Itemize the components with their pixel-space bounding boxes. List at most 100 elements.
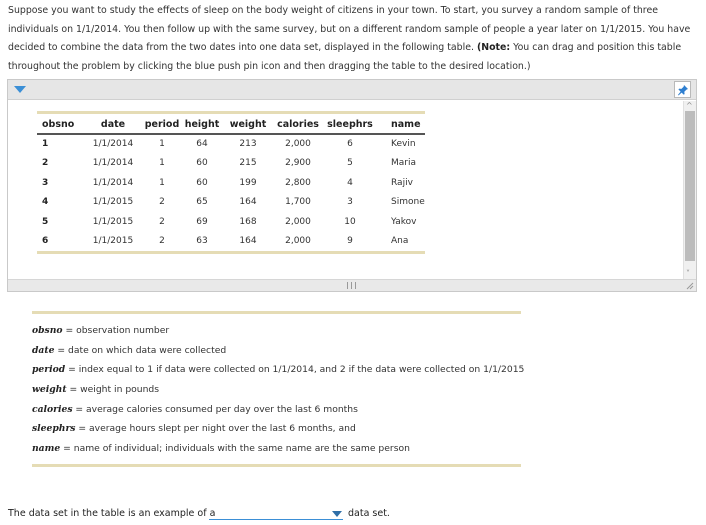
draggable-table-panel[interactable]: obsno date period height weight calories sleep… bbox=[7, 79, 697, 292]
definition-sleephrs: sleephrs = average hours slept per night… bbox=[32, 419, 521, 439]
cell-obsno: 1 bbox=[42, 139, 49, 150]
cell-calories: 1,700 bbox=[285, 197, 311, 208]
cell-calories: 2,000 bbox=[285, 236, 311, 247]
cell-weight: 215 bbox=[239, 158, 257, 169]
cell-date: 1/1/2014 bbox=[92, 139, 134, 150]
cell-sleephrs: 10 bbox=[344, 216, 356, 227]
cell-height: 65 bbox=[196, 197, 208, 208]
definition-name: name = name of individual; individuals w… bbox=[32, 439, 521, 459]
cell-name: Simone bbox=[391, 197, 425, 208]
data-table: obsno date period height weight calories sleep… bbox=[37, 111, 425, 254]
table-row: 4 1/1/2015 2 65 164 1,700 3 Simone bbox=[37, 193, 425, 213]
panel-header bbox=[8, 80, 696, 100]
variable-definitions: obsno = observation number date = date on… bbox=[32, 311, 525, 467]
definition-variable: period bbox=[32, 364, 66, 376]
table-header-row: obsno date period height weight calories sleep… bbox=[37, 114, 425, 135]
cell-obsno: 6 bbox=[42, 236, 49, 247]
note-label: (Note: bbox=[476, 42, 511, 54]
definition-variable: calories bbox=[32, 403, 73, 415]
cell-period: 1 bbox=[159, 177, 165, 188]
cell-height: 60 bbox=[196, 158, 208, 169]
triangle-down-icon[interactable] bbox=[14, 86, 26, 93]
cell-weight: 164 bbox=[239, 197, 257, 208]
cell-height: 63 bbox=[196, 236, 208, 247]
cell-sleephrs: 5 bbox=[347, 158, 353, 169]
definition-text: = name of individual; individuals with t… bbox=[60, 443, 410, 455]
definition-text: = weight in pounds bbox=[66, 384, 160, 396]
problem-intro: Suppose you want to study the effects of… bbox=[8, 2, 698, 76]
resize-corner-icon[interactable] bbox=[685, 281, 694, 290]
question-suffix: data set. bbox=[348, 508, 390, 519]
cell-weight: 164 bbox=[239, 236, 257, 247]
cell-name: Rajiv bbox=[391, 177, 413, 188]
definition-variable: sleephrs bbox=[32, 423, 76, 435]
column-header-obsno: obsno bbox=[37, 114, 83, 135]
column-header-calories: calories bbox=[273, 114, 323, 135]
cell-period: 2 bbox=[159, 236, 165, 247]
table-bottom-divider bbox=[37, 251, 425, 254]
cell-weight: 199 bbox=[239, 177, 257, 188]
column-header-weight: weight bbox=[223, 114, 273, 135]
definitions-bottom-divider bbox=[32, 463, 521, 467]
definition-period: period = index equal to 1 if data were c… bbox=[32, 360, 525, 380]
vertical-scrollbar[interactable]: ^ ˅ bbox=[683, 101, 696, 279]
cell-name: Ana bbox=[391, 236, 409, 247]
definition-text: = index equal to 1 if data were collecte… bbox=[65, 364, 525, 376]
definition-variable: date bbox=[32, 344, 55, 356]
cell-weight: 168 bbox=[239, 216, 257, 227]
column-header-name: name bbox=[377, 114, 425, 135]
cell-date: 1/1/2014 bbox=[92, 158, 134, 169]
definition-text: = date on which data were collected bbox=[54, 344, 227, 356]
answer-dropdown[interactable] bbox=[209, 508, 343, 520]
cell-sleephrs: 3 bbox=[347, 197, 353, 208]
column-header-date: date bbox=[83, 114, 143, 135]
push-pin-icon[interactable] bbox=[674, 81, 691, 98]
cell-name: Yakov bbox=[391, 216, 417, 227]
definitions-top-divider bbox=[32, 311, 521, 314]
cell-height: 69 bbox=[196, 216, 208, 227]
scroll-down-icon[interactable]: ˅ bbox=[686, 269, 690, 279]
cell-sleephrs: 4 bbox=[347, 177, 353, 188]
definition-text: = observation number bbox=[62, 325, 170, 336]
cell-period: 2 bbox=[159, 216, 165, 227]
cell-calories: 2,800 bbox=[285, 177, 311, 188]
cell-calories: 2,000 bbox=[285, 216, 311, 227]
cell-period: 1 bbox=[159, 158, 165, 169]
column-header-sleephrs: sleephrs bbox=[323, 114, 377, 135]
cell-period: 1 bbox=[159, 139, 165, 150]
cell-obsno: 2 bbox=[42, 158, 49, 169]
cell-height: 60 bbox=[196, 177, 208, 188]
definition-variable: obsno bbox=[32, 325, 63, 336]
table-row: 3 1/1/2014 1 60 199 2,800 4 Rajiv bbox=[37, 173, 425, 193]
cell-name: Kevin bbox=[391, 139, 416, 150]
cell-sleephrs: 9 bbox=[347, 236, 353, 247]
scroll-up-icon[interactable]: ^ bbox=[686, 101, 693, 111]
definition-variable: weight bbox=[32, 384, 67, 396]
column-header-height: height bbox=[181, 114, 223, 135]
cell-height: 64 bbox=[196, 139, 208, 150]
resize-bar[interactable] bbox=[8, 279, 696, 291]
definition-weight: weight = weight in pounds bbox=[32, 380, 521, 400]
definition-obsno: obsno = observation number bbox=[32, 321, 521, 341]
cell-date: 1/1/2015 bbox=[92, 216, 134, 227]
definitions-list: obsno = observation number date = date on… bbox=[32, 321, 525, 459]
cell-name: Maria bbox=[391, 158, 416, 169]
scrollbar-thumb[interactable] bbox=[685, 111, 695, 261]
question-prefix: The data set in the table is an example … bbox=[8, 508, 216, 519]
cell-obsno: 3 bbox=[42, 177, 49, 188]
table-row: 2 1/1/2014 1 60 215 2,900 5 Maria bbox=[37, 154, 425, 174]
drag-handle-icon[interactable] bbox=[347, 282, 356, 289]
cell-period: 2 bbox=[159, 197, 165, 208]
cell-sleephrs: 6 bbox=[347, 139, 353, 150]
cell-obsno: 4 bbox=[42, 197, 49, 208]
definition-text: = average hours slept per night over the… bbox=[75, 423, 356, 435]
chevron-down-icon[interactable] bbox=[332, 511, 342, 517]
definition-text: = average calories consumed per day over… bbox=[72, 403, 358, 415]
definition-date: date = date on which data were collected bbox=[32, 341, 521, 361]
table-row: 1 1/1/2014 1 64 213 2,000 6 Kevin bbox=[37, 134, 425, 154]
table-row: 5 1/1/2015 2 69 168 2,000 10 Yakov bbox=[37, 212, 425, 232]
column-header-period: period bbox=[143, 114, 181, 135]
cell-weight: 213 bbox=[239, 139, 257, 150]
cell-date: 1/1/2015 bbox=[92, 236, 134, 247]
cell-calories: 2,900 bbox=[285, 158, 311, 169]
